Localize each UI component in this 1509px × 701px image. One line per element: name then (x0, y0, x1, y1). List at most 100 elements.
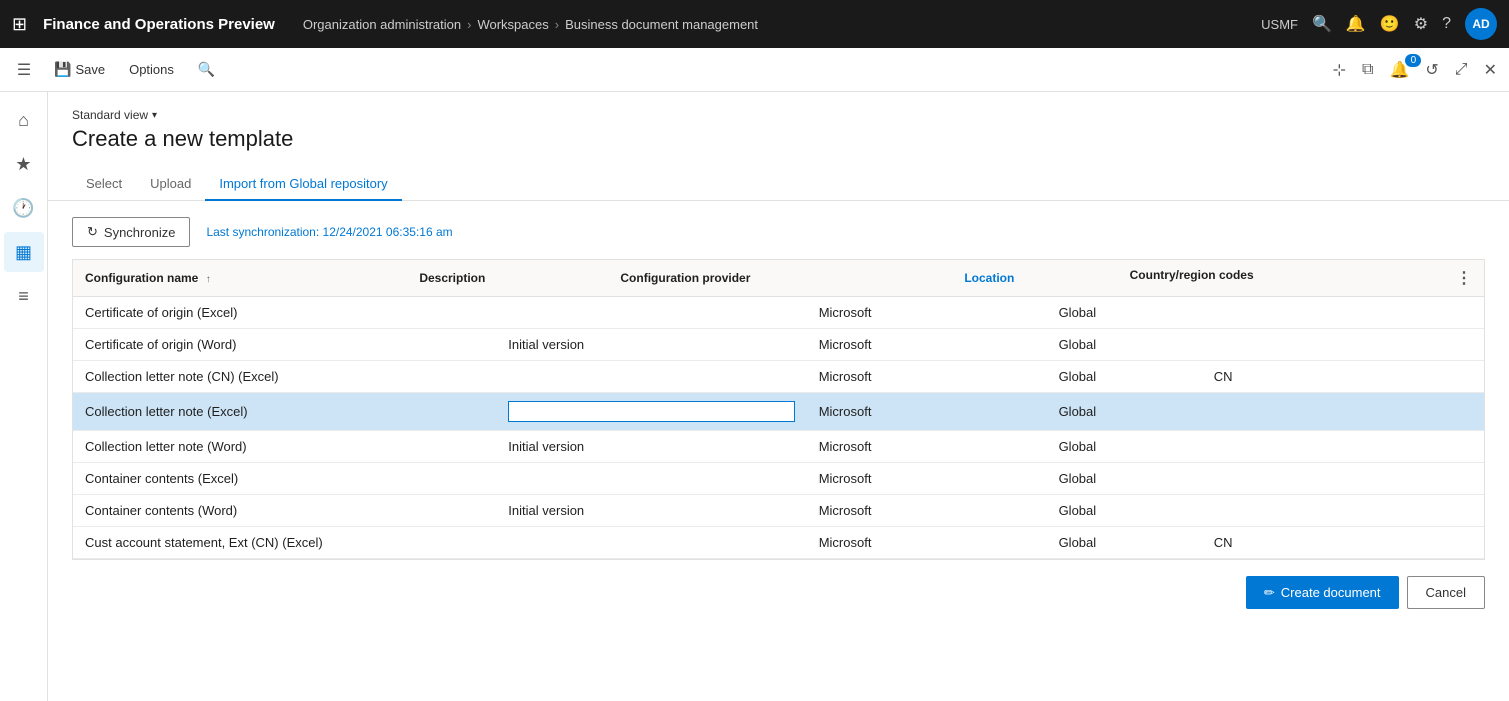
settings-icon[interactable]: ⚙ (1414, 14, 1428, 34)
cancel-button[interactable]: Cancel (1407, 576, 1485, 609)
cell-config-name: Container contents (Word) (73, 495, 496, 527)
save-button[interactable]: 💾 Save (44, 57, 115, 82)
search-command-icon: 🔍 (198, 61, 215, 78)
tab-select[interactable]: Select (72, 168, 136, 201)
table-body: Certificate of origin (Excel)MicrosoftGl… (73, 297, 1484, 559)
cell-country-codes (1202, 297, 1484, 329)
config-table-element: Configuration name ↑ Description Configu… (73, 260, 1484, 297)
cell-provider: Microsoft (807, 361, 1047, 393)
help-icon[interactable]: ? (1442, 15, 1451, 33)
command-bar-right: ⊹ ⧉ 🔔 0 ↺ ⤢ ✕ (1329, 56, 1501, 84)
pencil-icon: ✏ (1264, 585, 1275, 601)
cell-country-codes (1202, 463, 1484, 495)
cell-location: Global (1047, 495, 1202, 527)
cell-config-name: Collection letter note (Word) (73, 431, 496, 463)
sidebar-item-recent[interactable]: 🕐 (4, 188, 44, 228)
table-row[interactable]: Container contents (Excel)MicrosoftGloba… (73, 463, 1484, 495)
save-icon: 💾 (54, 61, 71, 78)
page-header: Standard view ▾ Create a new template (48, 92, 1509, 152)
cell-location: Global (1047, 431, 1202, 463)
split-view-icon[interactable]: ⧉ (1358, 57, 1377, 83)
cell-location: Global (1047, 297, 1202, 329)
breadcrumb-item-3[interactable]: Business document management (565, 17, 758, 32)
refresh-icon[interactable]: ↺ (1421, 56, 1442, 84)
cell-location: Global (1047, 329, 1202, 361)
cell-location: Global (1047, 527, 1202, 559)
cell-country-codes (1202, 393, 1484, 431)
close-icon[interactable]: ✕ (1480, 56, 1501, 84)
config-table: Configuration name ↑ Description Configu… (72, 259, 1485, 560)
save-label: Save (75, 62, 105, 77)
cell-provider: Microsoft (807, 527, 1047, 559)
options-label: Options (129, 62, 174, 77)
col-config-name[interactable]: Configuration name ↑ (73, 260, 407, 297)
notification-badge[interactable]: 🔔 0 (1385, 60, 1413, 80)
sync-icon: ↻ (87, 224, 98, 240)
table-row[interactable]: Container contents (Word)Initial version… (73, 495, 1484, 527)
cell-description[interactable] (496, 393, 806, 431)
command-bar: ☰ 💾 Save Options 🔍 ⊹ ⧉ 🔔 0 ↺ ⤢ ✕ (0, 48, 1509, 92)
sidebar-item-modules[interactable]: ≡ (4, 276, 44, 316)
notification-icon[interactable]: 🔔 (1346, 14, 1366, 34)
search-command-button[interactable]: 🔍 (188, 57, 225, 82)
breadcrumb-item-2[interactable]: Workspaces (477, 17, 548, 32)
view-label: Standard view (72, 108, 148, 122)
cell-config-name: Collection letter note (CN) (Excel) (73, 361, 496, 393)
synchronize-button[interactable]: ↻ Synchronize (72, 217, 190, 247)
cell-provider: Microsoft (807, 495, 1047, 527)
sidebar-item-home[interactable]: ⌂ (4, 100, 44, 140)
table-row[interactable]: Collection letter note (Word)Initial ver… (73, 431, 1484, 463)
table-row[interactable]: Collection letter note (CN) (Excel) Micro… (73, 361, 1484, 393)
cell-country-codes: CN (1202, 361, 1484, 393)
cell-config-name: Cust account statement, Ext (CN) (Excel) (73, 527, 496, 559)
chevron-down-icon: ▾ (152, 110, 157, 121)
col-description: Description (407, 260, 608, 297)
table-row[interactable]: Certificate of origin (Excel)MicrosoftGl… (73, 297, 1484, 329)
options-button[interactable]: Options (119, 58, 184, 81)
cell-description: Initial version (496, 329, 806, 361)
cell-country-codes (1202, 495, 1484, 527)
sidebar: ⌂ ★ 🕐 ▦ ≡ (0, 92, 48, 701)
notification-count: 0 (1405, 54, 1421, 67)
tab-import-global[interactable]: Import from Global repository (205, 168, 401, 201)
footer-buttons: ✏ Create document Cancel (48, 560, 1509, 625)
description-input[interactable] (508, 401, 794, 422)
search-icon[interactable]: 🔍 (1312, 14, 1332, 34)
app-title: Finance and Operations Preview (43, 16, 275, 33)
view-selector[interactable]: Standard view ▾ (72, 108, 1485, 122)
cell-provider: Microsoft (807, 431, 1047, 463)
cell-description (496, 361, 806, 393)
cell-location: Global (1047, 393, 1202, 431)
top-nav-right: USMF 🔍 🔔 🙂 ⚙ ? AD (1261, 8, 1497, 40)
cell-location: Global (1047, 361, 1202, 393)
cell-description (496, 463, 806, 495)
table-row[interactable]: Cust account statement, Ext (CN) (Excel)… (73, 527, 1484, 559)
table-scroll-area: Certificate of origin (Excel)MicrosoftGl… (73, 297, 1484, 559)
sidebar-item-favorites[interactable]: ★ (4, 144, 44, 184)
app-grid-icon[interactable]: ⊞ (12, 14, 27, 35)
avatar[interactable]: AD (1465, 8, 1497, 40)
cell-description: Initial version (496, 495, 806, 527)
create-document-button[interactable]: ✏ Create document (1246, 576, 1399, 609)
sync-label: Synchronize (104, 225, 176, 240)
personalize-icon[interactable]: ⊹ (1329, 56, 1350, 84)
sync-area: ↻ Synchronize Last synchronization: 12/2… (48, 201, 1509, 259)
col-provider: Configuration provider (608, 260, 952, 297)
sort-icon: ↑ (206, 274, 211, 285)
cell-description (496, 527, 806, 559)
breadcrumb-item-1[interactable]: Organization administration (303, 17, 461, 32)
table-row[interactable]: Certificate of origin (Word)Initial vers… (73, 329, 1484, 361)
cell-provider: Microsoft (807, 297, 1047, 329)
cell-config-name: Container contents (Excel) (73, 463, 496, 495)
sidebar-item-workspaces[interactable]: ▦ (4, 232, 44, 272)
cell-provider: Microsoft (807, 463, 1047, 495)
tab-upload[interactable]: Upload (136, 168, 205, 201)
top-navigation: ⊞ Finance and Operations Preview Organiz… (0, 0, 1509, 48)
table-row[interactable]: Collection letter note (Excel)MicrosoftG… (73, 393, 1484, 431)
cell-config-name: Collection letter note (Excel) (73, 393, 496, 431)
last-sync-info: Last synchronization: 12/24/2021 06:35:1… (206, 225, 452, 239)
sidebar-toggle[interactable]: ☰ (8, 54, 40, 86)
feedback-icon[interactable]: 🙂 (1380, 14, 1400, 34)
column-more-icon[interactable]: ⋮ (1456, 268, 1472, 288)
open-new-icon[interactable]: ⤢ (1451, 57, 1472, 83)
